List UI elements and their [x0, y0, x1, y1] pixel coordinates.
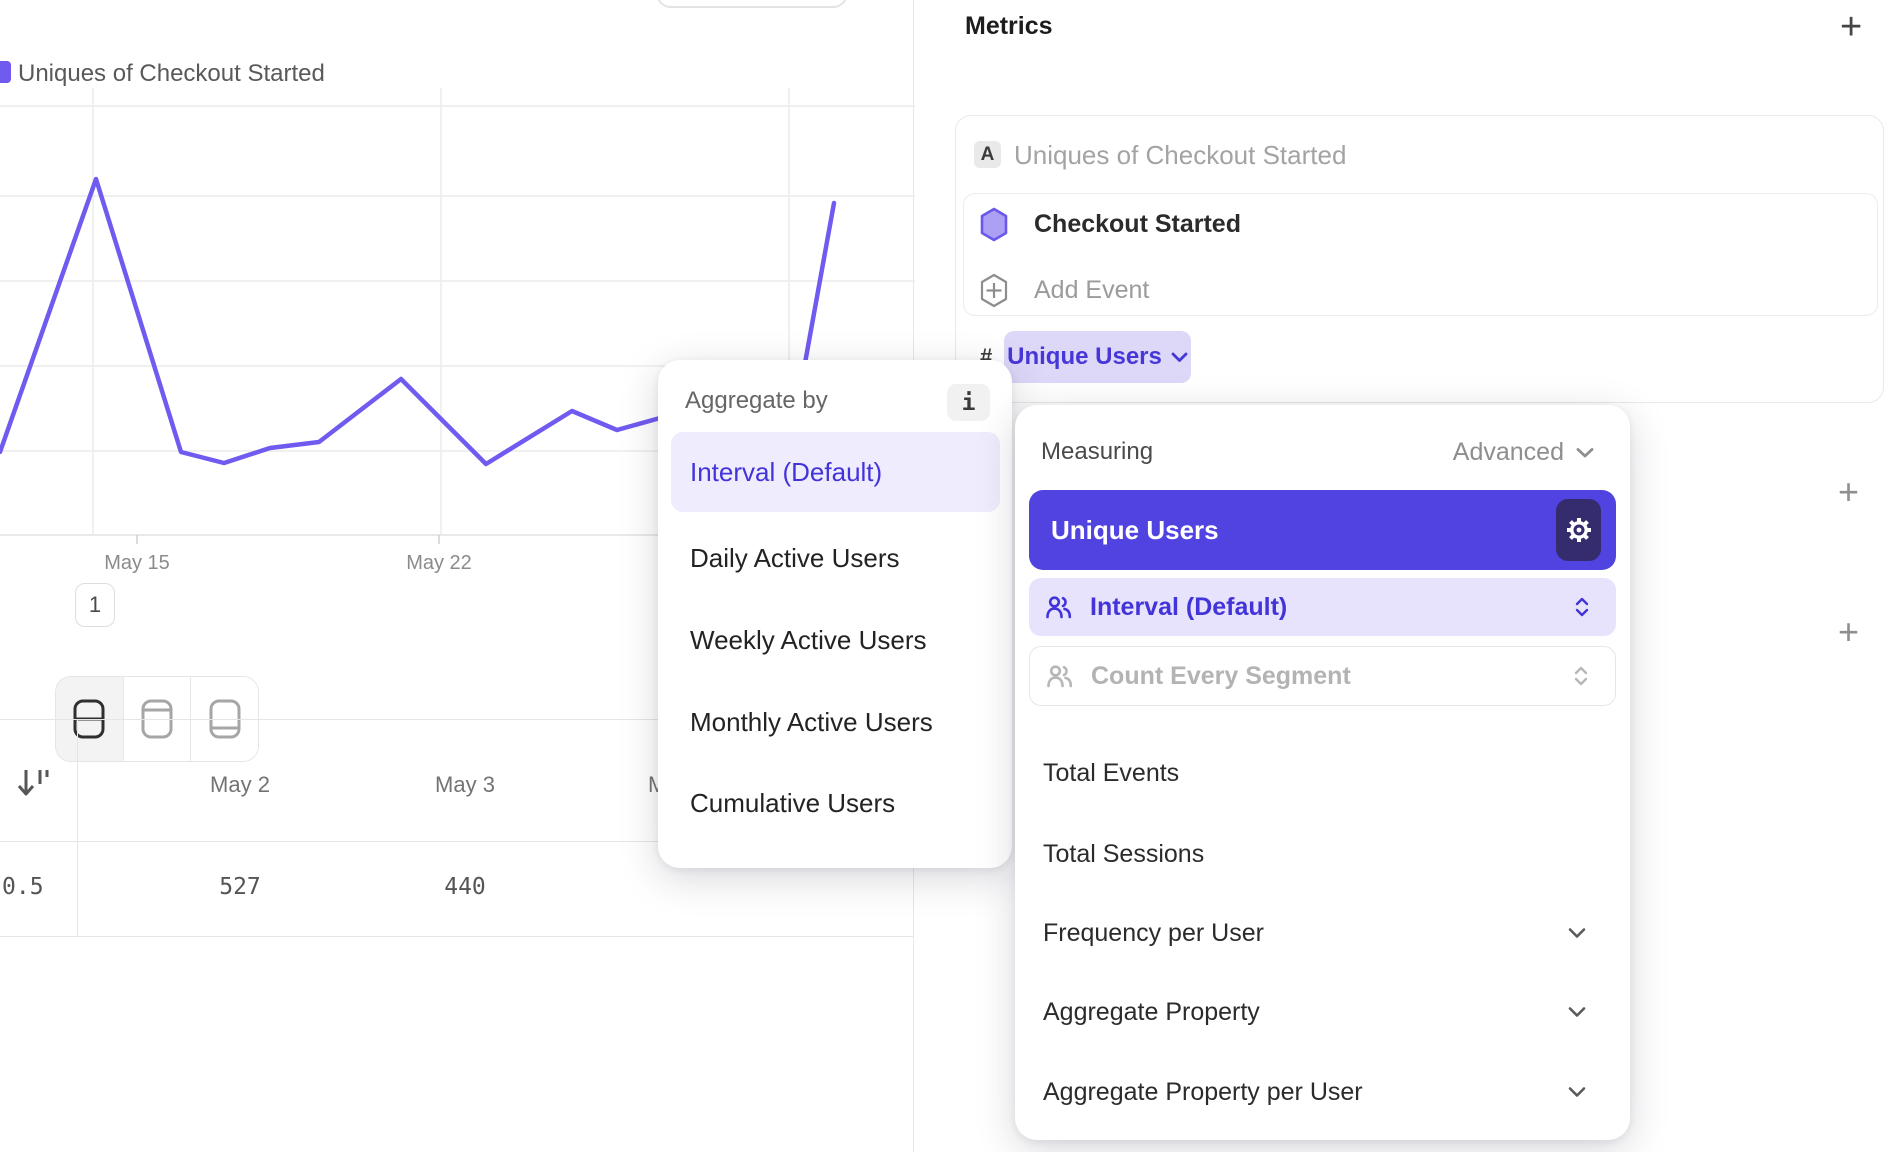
- table-cell-may3: 440: [444, 874, 486, 900]
- chevron-down-icon: [1567, 927, 1587, 940]
- table-frozen-column-border: [77, 719, 78, 936]
- aggregate-option-daily[interactable]: Daily Active Users: [690, 543, 900, 571]
- table-header-may3[interactable]: May 3: [435, 772, 495, 798]
- chevron-down-icon: [1171, 352, 1188, 363]
- aggregate-by-title: Aggregate by: [685, 387, 828, 415]
- unfold-icon: [1574, 596, 1590, 618]
- measuring-popover: Measuring Advanced Unique Users: [1015, 405, 1630, 1140]
- chevron-down-icon: [1567, 1006, 1587, 1019]
- event-list-card: Checkout Started Add Event: [963, 193, 1878, 316]
- pagination-page-button[interactable]: 1: [75, 583, 115, 627]
- measuring-option-frequency-per-user[interactable]: Frequency per User: [1043, 919, 1264, 947]
- metric-name[interactable]: Uniques of Checkout Started: [1014, 140, 1346, 171]
- users-icon: [1045, 595, 1072, 620]
- measure-settings-button[interactable]: [1556, 499, 1601, 561]
- advanced-label: Advanced: [1453, 438, 1564, 467]
- count-every-segment-label: Count Every Segment: [1091, 662, 1351, 691]
- aggregate-by-popover: Aggregate by i Interval (Default) Daily …: [658, 360, 1012, 868]
- info-icon[interactable]: i: [947, 384, 990, 421]
- aggregate-option-weekly[interactable]: Weekly Active Users: [690, 625, 926, 653]
- event-hexagon-icon: [979, 207, 1009, 242]
- add-event-label[interactable]: Add Event: [1034, 276, 1149, 305]
- measuring-option-aggregate-property[interactable]: Aggregate Property: [1043, 998, 1260, 1026]
- selected-measure-label: Unique Users: [1051, 515, 1219, 546]
- add-event-icon[interactable]: [979, 273, 1009, 308]
- measure-pill-button[interactable]: Unique Users: [1004, 331, 1191, 383]
- add-filter-icon[interactable]: +: [1838, 474, 1859, 510]
- gear-icon: [1563, 514, 1595, 546]
- aggregate-option-monthly[interactable]: Monthly Active Users: [690, 707, 933, 735]
- table-row-border: [0, 936, 913, 937]
- advanced-dropdown[interactable]: Advanced: [1453, 438, 1594, 467]
- measuring-option-total-sessions[interactable]: Total Sessions: [1043, 840, 1204, 868]
- aggregate-option-interval-selected[interactable]: Interval (Default): [671, 432, 1000, 512]
- measuring-option-total-events[interactable]: Total Events: [1043, 759, 1179, 787]
- metric-card: A Uniques of Checkout Started Checkout S…: [955, 115, 1884, 403]
- aggregate-option-cumulative[interactable]: Cumulative Users: [690, 788, 895, 816]
- insights-report-screen: Uniques of Checkout Started May 15 May 22…: [0, 0, 1898, 1152]
- measuring-option-unique-users-selected[interactable]: Unique Users: [1029, 490, 1616, 570]
- unfold-icon: [1573, 665, 1589, 687]
- table-header-may2[interactable]: May 2: [210, 772, 270, 798]
- sort-icon[interactable]: [16, 763, 52, 803]
- metric-badge: A: [974, 141, 1001, 168]
- metrics-panel-title: Metrics: [965, 12, 1053, 41]
- measuring-title: Measuring: [1041, 438, 1153, 466]
- users-icon: [1046, 664, 1073, 689]
- x-tick-label: May 15: [104, 552, 170, 575]
- count-every-segment-row[interactable]: Count Every Segment: [1029, 646, 1616, 706]
- measure-pill-label: Unique Users: [1007, 343, 1162, 371]
- measuring-option-aggregate-property-per-user[interactable]: Aggregate Property per User: [1043, 1078, 1363, 1106]
- chevron-down-icon: [1567, 1086, 1587, 1099]
- chevron-down-icon: [1576, 447, 1594, 459]
- x-tick-label: May 22: [406, 552, 472, 575]
- table-cell-may2: 527: [219, 874, 261, 900]
- add-breakdown-icon[interactable]: +: [1838, 614, 1859, 650]
- event-row-label[interactable]: Checkout Started: [1034, 210, 1241, 239]
- interval-segmentation-row[interactable]: Interval (Default): [1029, 578, 1616, 636]
- add-metric-icon[interactable]: +: [1840, 8, 1862, 46]
- interval-row-label: Interval (Default): [1090, 593, 1287, 622]
- table-summary-cell: 0.5: [2, 874, 44, 900]
